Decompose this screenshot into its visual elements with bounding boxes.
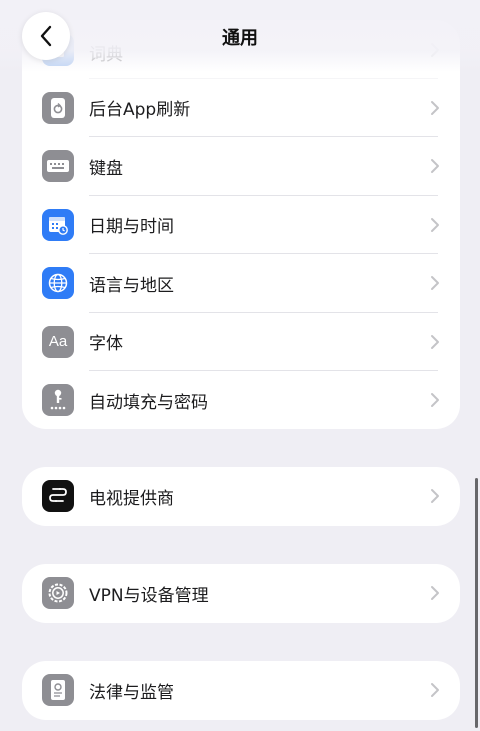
background-refresh-icon bbox=[42, 91, 74, 124]
settings-group-general: 词典 后台App刷新 键盘 bbox=[22, 20, 460, 429]
chevron-right-icon bbox=[431, 276, 439, 291]
chevron-right-icon bbox=[431, 334, 439, 349]
chevron-right-icon bbox=[431, 586, 439, 601]
settings-row-vpn-device-management[interactable]: VPN与设备管理 bbox=[22, 564, 460, 623]
chevron-right-icon bbox=[431, 683, 439, 698]
settings-row-label: 后台App刷新 bbox=[89, 100, 191, 121]
chevron-right-icon bbox=[431, 217, 439, 232]
settings-row-label: VPN与设备管理 bbox=[89, 585, 209, 606]
chevron-right-icon bbox=[431, 100, 439, 115]
settings-row-label: 法律与监管 bbox=[89, 682, 174, 703]
settings-group-vpn: VPN与设备管理 bbox=[22, 564, 460, 623]
chevron-right-icon bbox=[431, 489, 439, 504]
settings-row-label: 字体 bbox=[89, 334, 123, 355]
settings-row-date-time[interactable]: 日期与时间 bbox=[22, 196, 460, 254]
settings-row-autofill-passwords[interactable]: 自动填充与密码 bbox=[22, 371, 460, 429]
settings-row-label: 电视提供商 bbox=[89, 488, 174, 509]
settings-row-keyboard[interactable]: 键盘 bbox=[22, 137, 460, 196]
settings-group-tv-provider: 电视提供商 bbox=[22, 467, 460, 526]
settings-row-background-refresh[interactable]: 后台App刷新 bbox=[22, 79, 460, 137]
keyboard-icon bbox=[42, 150, 74, 183]
chevron-right-icon bbox=[431, 393, 439, 408]
gear-icon bbox=[42, 577, 74, 610]
settings-row-label: 语言与地区 bbox=[89, 275, 174, 296]
font-icon-text: Aa bbox=[48, 333, 68, 351]
page-title: 通用 bbox=[222, 28, 258, 49]
globe-icon bbox=[42, 267, 74, 300]
settings-row-fonts[interactable]: Aa 字体 bbox=[22, 313, 460, 371]
settings-group-legal: 法律与监管 bbox=[22, 661, 460, 720]
settings-row-legal-regulatory[interactable]: 法律与监管 bbox=[22, 661, 460, 720]
calendar-clock-icon bbox=[42, 208, 74, 241]
font-icon: Aa bbox=[42, 325, 74, 358]
key-password-icon bbox=[42, 384, 74, 417]
settings-row-label: 日期与时间 bbox=[89, 217, 174, 238]
legal-regulatory-icon bbox=[42, 674, 74, 707]
chevron-right-icon bbox=[431, 159, 439, 174]
settings-row-language-region[interactable]: 语言与地区 bbox=[22, 254, 460, 313]
scrollbar[interactable] bbox=[475, 478, 478, 728]
settings-row-label: 自动填充与密码 bbox=[89, 392, 208, 413]
settings-row-label: 键盘 bbox=[89, 158, 123, 179]
tv-provider-icon bbox=[42, 480, 74, 513]
settings-row-tv-provider[interactable]: 电视提供商 bbox=[22, 467, 460, 526]
